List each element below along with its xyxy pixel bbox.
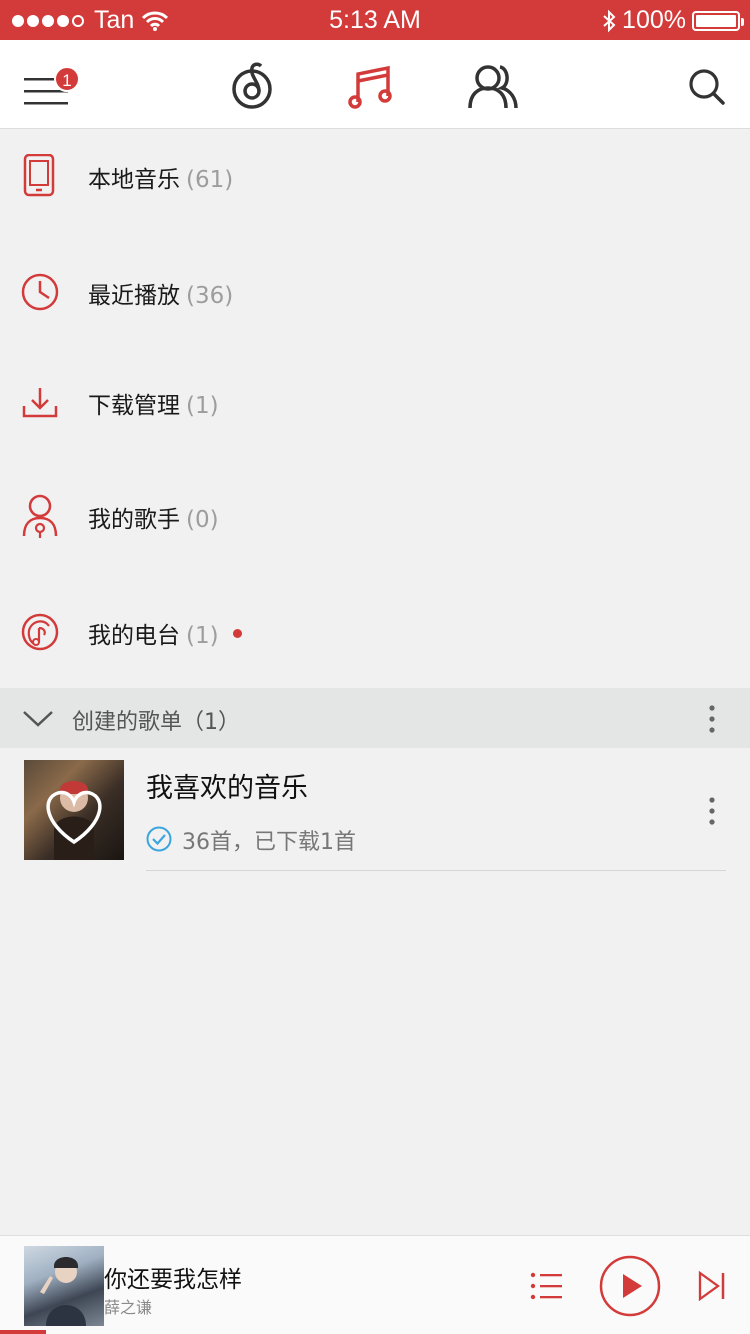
bluetooth-icon [603,9,616,32]
phone-icon [23,154,55,197]
menu-item-singers[interactable]: 我的歌手 (0) [0,486,750,546]
download-icon [22,388,58,418]
now-playing-cover [24,1246,104,1326]
music-note-icon[interactable] [348,64,394,110]
playlist-cover-image [24,760,124,860]
divider [146,870,726,871]
menu-count: (1) [186,393,219,419]
menu-label: 本地音乐 [88,167,180,193]
menu-item-radio[interactable]: 我的电台 (1) [0,602,750,662]
netease-logo-icon[interactable] [230,62,274,110]
menu-count: (0) [186,507,219,533]
radio-icon [21,613,59,651]
created-playlists-header[interactable]: 创建的歌单（1） [0,688,750,748]
playlist-row[interactable]: 我喜欢的音乐 36首，已下载1首 [0,760,750,872]
menu-item-local-music[interactable]: 本地音乐 (61) [0,146,750,206]
status-bar: Tan 5:13 AM 100% [0,0,750,40]
playback-progress-bar [0,1330,46,1334]
now-playing-artist: 薛之谦 [104,1298,153,1317]
menu-item-recent[interactable]: 最近播放 (36) [0,262,750,322]
downloaded-check-icon [146,826,172,852]
section-title: 创建的歌单（1） [72,710,240,735]
menu-item-downloads[interactable]: 下载管理 (1) [0,372,750,432]
battery-percent: 100% [622,6,686,34]
playlist-queue-icon[interactable] [530,1272,564,1300]
notification-badge: 1 [54,66,80,92]
singer-icon [22,494,58,538]
menu-label: 下载管理 [88,393,180,419]
now-playing-bar[interactable]: 你还要我怎样 薛之谦 [0,1235,750,1334]
menu-label: 我的电台 [88,623,180,649]
menu-count: (1) [186,623,219,649]
more-options-icon[interactable] [706,796,718,826]
friends-icon[interactable] [466,62,520,112]
next-track-icon[interactable] [696,1270,728,1302]
now-playing-title: 你还要我怎样 [104,1267,242,1293]
more-options-icon[interactable] [706,704,718,734]
search-icon[interactable] [688,68,726,106]
top-navbar: 1 [0,40,750,129]
menu-label: 最近播放 [88,283,180,309]
menu-count: (61) [186,167,234,193]
chevron-down-icon[interactable] [22,710,54,728]
playlist-subtitle: 36首，已下载1首 [182,830,356,855]
new-indicator-dot [232,629,242,638]
status-right: 100% [602,6,744,35]
menu-label: 我的歌手 [88,507,180,533]
play-button[interactable] [598,1254,662,1318]
clock-icon [21,273,59,311]
heart-icon [46,781,102,860]
battery-icon [692,10,744,31]
menu-count: (36) [186,283,234,309]
playlist-title: 我喜欢的音乐 [146,773,308,804]
